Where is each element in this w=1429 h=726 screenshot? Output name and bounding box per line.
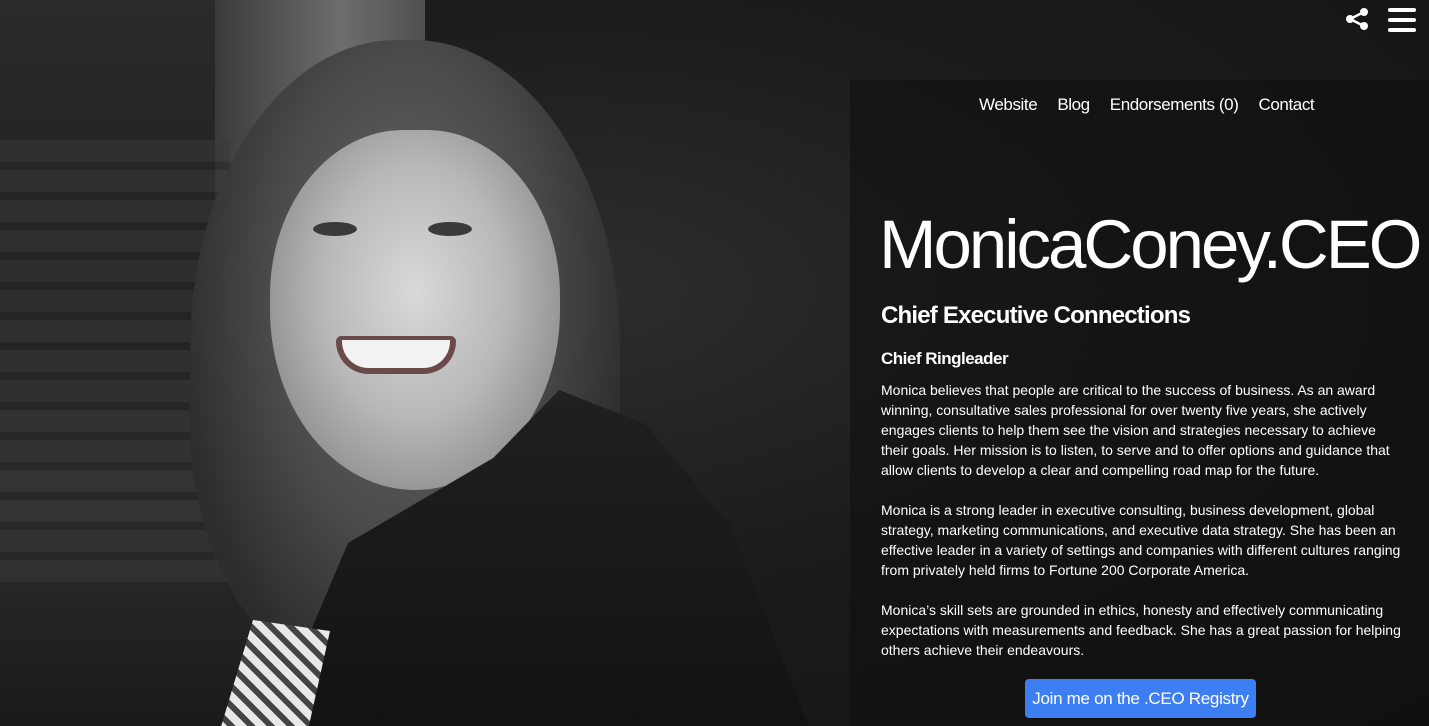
bio-paragraph: Monica’s skill sets are grounded in ethi… bbox=[881, 602, 1401, 658]
page: Website Blog Endorsements (0) Contact Mo… bbox=[0, 0, 1429, 726]
nav-website[interactable]: Website bbox=[979, 95, 1038, 115]
hamburger-menu-icon[interactable] bbox=[1388, 8, 1416, 32]
main-nav: Website Blog Endorsements (0) Contact bbox=[979, 95, 1315, 115]
nav-endorsements[interactable]: Endorsements (0) bbox=[1110, 95, 1239, 115]
nav-contact[interactable]: Contact bbox=[1258, 95, 1314, 115]
join-registry-button[interactable]: Join me on the .CEO Registry bbox=[1025, 679, 1256, 718]
bio-text: Monica believes that people are critical… bbox=[881, 380, 1406, 680]
nav-blog[interactable]: Blog bbox=[1057, 95, 1090, 115]
bio-paragraph: Monica believes that people are critical… bbox=[881, 382, 1390, 478]
role-title: Chief Ringleader bbox=[881, 349, 1009, 368]
company-subtitle: Chief Executive Connections bbox=[881, 302, 1191, 329]
page-title: MonicaConey.CEO bbox=[879, 206, 1422, 283]
bio-paragraph: Monica is a strong leader in executive c… bbox=[881, 502, 1401, 578]
share-icon[interactable] bbox=[1345, 7, 1369, 31]
